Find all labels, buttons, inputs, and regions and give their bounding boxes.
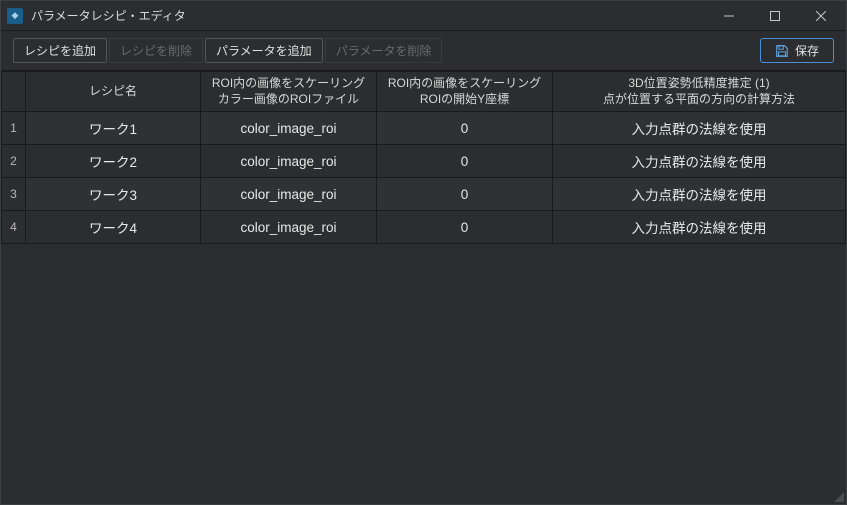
toolbar: レシピを追加 レシピを削除 パラメータを追加 パラメータを削除 保存	[1, 31, 846, 71]
header-col4-line2: 点が位置する平面の方向の計算方法	[603, 92, 795, 106]
table-row[interactable]: 4ワーク4color_image_roi0入力点群の法線を使用	[2, 211, 846, 244]
add-recipe-button[interactable]: レシピを追加	[13, 38, 107, 63]
save-button[interactable]: 保存	[760, 38, 834, 63]
save-label: 保存	[795, 42, 819, 59]
cell-recipe-name[interactable]: ワーク4	[26, 211, 201, 244]
header-col4-line1: 3D位置姿勢低精度推定 (1)	[628, 76, 769, 90]
row-index[interactable]: 2	[2, 145, 26, 178]
resize-grip-icon[interactable]	[832, 490, 844, 502]
cell-roi-starty[interactable]: 0	[377, 211, 553, 244]
table-row[interactable]: 2ワーク2color_image_roi0入力点群の法線を使用	[2, 145, 846, 178]
cell-calc-method[interactable]: 入力点群の法線を使用	[553, 112, 846, 145]
table-row[interactable]: 1ワーク1color_image_roi0入力点群の法線を使用	[2, 112, 846, 145]
cell-roi-starty[interactable]: 0	[377, 112, 553, 145]
table-area[interactable]: レシピ名 ROI内の画像をスケーリング カラー画像のROIファイル ROI内の画…	[1, 71, 846, 504]
window-controls	[706, 1, 844, 31]
add-parameter-button[interactable]: パラメータを追加	[205, 38, 323, 63]
cell-calc-method[interactable]: 入力点群の法線を使用	[553, 211, 846, 244]
table-row[interactable]: 3ワーク3color_image_roi0入力点群の法線を使用	[2, 178, 846, 211]
editor-window: ◆ パラメータレシピ・エディタ レシピを追加 レシピを削除 パラメータを追加 パ…	[0, 0, 847, 505]
cell-calc-method[interactable]: 入力点群の法線を使用	[553, 145, 846, 178]
cell-roi-file[interactable]: color_image_roi	[201, 145, 377, 178]
header-calc-method[interactable]: 3D位置姿勢低精度推定 (1) 点が位置する平面の方向の計算方法	[553, 72, 846, 112]
cell-calc-method[interactable]: 入力点群の法線を使用	[553, 178, 846, 211]
cell-roi-file[interactable]: color_image_roi	[201, 112, 377, 145]
header-recipe-name-text: レシピ名	[89, 84, 137, 98]
header-col3-line1: ROI内の画像をスケーリング	[388, 76, 541, 90]
maximize-icon	[770, 11, 780, 21]
header-recipe-name[interactable]: レシピ名	[26, 72, 201, 112]
cell-roi-starty[interactable]: 0	[377, 178, 553, 211]
cell-recipe-name[interactable]: ワーク1	[26, 112, 201, 145]
row-index[interactable]: 4	[2, 211, 26, 244]
table-body: 1ワーク1color_image_roi0入力点群の法線を使用2ワーク2colo…	[2, 112, 846, 244]
delete-parameter-button[interactable]: パラメータを削除	[325, 38, 443, 63]
header-roi-starty[interactable]: ROI内の画像をスケーリング ROIの開始Y座標	[377, 72, 553, 112]
cell-roi-file[interactable]: color_image_roi	[201, 178, 377, 211]
recipe-table: レシピ名 ROI内の画像をスケーリング カラー画像のROIファイル ROI内の画…	[1, 71, 846, 244]
window-title: パラメータレシピ・エディタ	[31, 7, 706, 24]
titlebar: ◆ パラメータレシピ・エディタ	[1, 1, 846, 31]
header-row: レシピ名 ROI内の画像をスケーリング カラー画像のROIファイル ROI内の画…	[2, 72, 846, 112]
cell-recipe-name[interactable]: ワーク3	[26, 178, 201, 211]
app-icon: ◆	[7, 8, 23, 24]
header-col3-line2: ROIの開始Y座標	[420, 92, 509, 106]
header-rownum[interactable]	[2, 72, 26, 112]
close-button[interactable]	[798, 1, 844, 31]
minimize-button[interactable]	[706, 1, 752, 31]
header-roi-file[interactable]: ROI内の画像をスケーリング カラー画像のROIファイル	[201, 72, 377, 112]
header-col2-line1: ROI内の画像をスケーリング	[212, 76, 365, 90]
save-icon	[775, 44, 789, 58]
row-index[interactable]: 3	[2, 178, 26, 211]
maximize-button[interactable]	[752, 1, 798, 31]
minimize-icon	[724, 11, 734, 21]
cell-recipe-name[interactable]: ワーク2	[26, 145, 201, 178]
cell-roi-starty[interactable]: 0	[377, 145, 553, 178]
close-icon	[816, 11, 826, 21]
delete-recipe-button[interactable]: レシピを削除	[109, 38, 203, 63]
row-index[interactable]: 1	[2, 112, 26, 145]
header-col2-line2: カラー画像のROIファイル	[218, 92, 359, 106]
cell-roi-file[interactable]: color_image_roi	[201, 211, 377, 244]
